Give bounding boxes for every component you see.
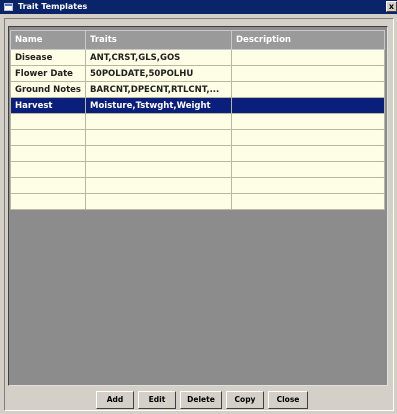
empty-cell[interactable]	[85, 161, 232, 178]
window-title: Trait Templates	[18, 2, 88, 11]
cell-description[interactable]	[231, 49, 385, 66]
empty-cell[interactable]	[231, 193, 385, 210]
delete-button[interactable]: Delete	[180, 391, 222, 409]
cell-description[interactable]	[231, 65, 385, 82]
edit-button[interactable]: Edit	[138, 391, 176, 409]
cell-name[interactable]: Harvest	[10, 97, 86, 114]
trait-templates-table: Name Traits Description Disease ANT,CRST…	[10, 30, 385, 210]
table-row[interactable]: Disease ANT,CRST,GLS,GOS	[10, 49, 385, 66]
empty-cell[interactable]	[10, 161, 86, 178]
empty-cell[interactable]	[10, 145, 86, 162]
cell-name[interactable]: Flower Date	[10, 65, 86, 82]
empty-cell[interactable]	[10, 129, 86, 146]
empty-cell[interactable]	[10, 177, 86, 194]
cell-traits[interactable]: 50POLDATE,50POLHU	[85, 65, 232, 82]
table-row[interactable]: Ground Notes BARCNT,DPECNT,RTLCNT,...	[10, 81, 385, 98]
table-row[interactable]: Flower Date 50POLDATE,50POLHU	[10, 65, 385, 82]
empty-table-row[interactable]	[10, 161, 385, 178]
trait-templates-window: Trait Templates x Name Traits Descriptio…	[0, 0, 397, 414]
empty-cell[interactable]	[231, 129, 385, 146]
add-button[interactable]: Add	[96, 391, 134, 409]
table-row-selected[interactable]: Harvest Moisture,Tstwght,Weight	[10, 97, 385, 114]
cell-traits[interactable]: ANT,CRST,GLS,GOS	[85, 49, 232, 66]
title-bar[interactable]: Trait Templates x	[0, 0, 397, 14]
copy-button[interactable]: Copy	[226, 391, 264, 409]
cell-traits[interactable]: Moisture,Tstwght,Weight	[85, 97, 232, 114]
close-icon[interactable]: x	[386, 1, 397, 12]
empty-cell[interactable]	[85, 113, 232, 130]
empty-cell[interactable]	[85, 129, 232, 146]
cell-name[interactable]: Ground Notes	[10, 81, 86, 98]
empty-table-row[interactable]	[10, 129, 385, 146]
empty-table-row[interactable]	[10, 193, 385, 210]
empty-cell[interactable]	[85, 177, 232, 194]
empty-cell[interactable]	[231, 177, 385, 194]
empty-cell[interactable]	[10, 193, 86, 210]
empty-cell[interactable]	[10, 113, 86, 130]
cell-description[interactable]	[231, 81, 385, 98]
window-icon	[4, 3, 13, 11]
cell-description[interactable]	[231, 97, 385, 114]
table-header-row: Name Traits Description	[10, 30, 385, 50]
empty-cell[interactable]	[231, 145, 385, 162]
column-header-traits[interactable]: Traits	[85, 30, 232, 50]
cell-name[interactable]: Disease	[10, 49, 86, 66]
empty-cell[interactable]	[85, 193, 232, 210]
column-header-name[interactable]: Name	[10, 30, 86, 50]
close-button[interactable]: Close	[268, 391, 308, 409]
cell-traits[interactable]: BARCNT,DPECNT,RTLCNT,...	[85, 81, 232, 98]
empty-table-row[interactable]	[10, 177, 385, 194]
column-header-description[interactable]: Description	[231, 30, 385, 50]
empty-table-row[interactable]	[10, 113, 385, 130]
empty-cell[interactable]	[231, 113, 385, 130]
empty-table-row[interactable]	[10, 145, 385, 162]
empty-cell[interactable]	[231, 161, 385, 178]
empty-cell[interactable]	[85, 145, 232, 162]
